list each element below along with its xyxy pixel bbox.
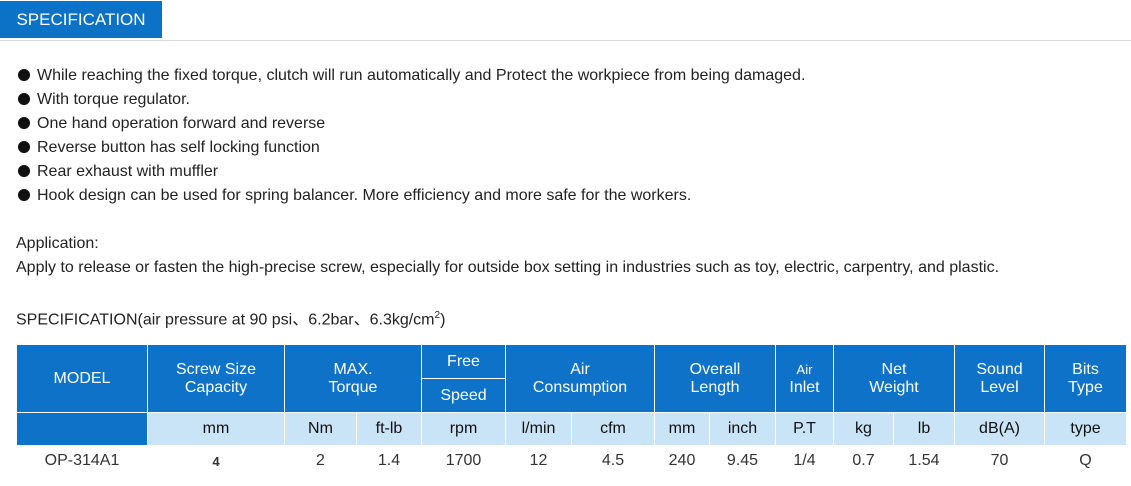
header-air-consumption: Air Consumption xyxy=(505,344,655,413)
cell-weight-lb: 1.54 xyxy=(908,452,940,469)
application-title: Application: xyxy=(16,235,99,252)
list-item: While reaching the fixed torque, clutch … xyxy=(16,64,805,88)
spec-table: MODEL Screw Size Capacity MAX. Torque Free… xyxy=(16,344,1127,476)
unit-cell: dB(A) xyxy=(954,412,1045,446)
cell-length-inch: 9.45 xyxy=(726,452,759,469)
unit-cell: ft-lb xyxy=(356,412,422,446)
cell-speed: 1700 xyxy=(445,452,482,469)
cell-weight-kg: 0.7 xyxy=(852,452,875,469)
cell-air-cfm: 4.5 xyxy=(601,452,625,469)
unit-cell: Nm xyxy=(284,412,357,446)
spec-title: SPECIFICATION(air pressure at 90 psi、6.2… xyxy=(16,310,446,329)
header-screw-size: Screw Size Capacity xyxy=(147,344,285,413)
list-item: Rear exhaust with muffler xyxy=(16,160,805,184)
bullet-icon xyxy=(18,189,30,201)
application-text: Apply to release or fasten the high-prec… xyxy=(16,259,1000,276)
unit-cell xyxy=(16,412,148,446)
header-bits-type: Bits Type xyxy=(1044,344,1127,413)
header-speed-bottom: Speed xyxy=(421,378,506,413)
unit-cell: inch xyxy=(709,412,776,446)
bullet-icon xyxy=(18,69,30,81)
tab-specification[interactable]: SPECIFICATION xyxy=(0,1,162,38)
list-item: Hook design can be used for spring balan… xyxy=(16,184,805,208)
header-net-weight: Net Weight xyxy=(833,344,955,413)
unit-cell: mm xyxy=(147,412,285,446)
unit-cell: type xyxy=(1044,412,1127,446)
cell-screw-size: 4 xyxy=(212,453,220,469)
tab-bar: SPECIFICATION xyxy=(0,0,1131,41)
list-item: Reverse button has self locking function xyxy=(16,136,805,160)
unit-cell: l/min xyxy=(505,412,572,446)
bullet-icon xyxy=(18,141,30,153)
bullet-icon xyxy=(18,93,30,105)
unit-cell: lb xyxy=(893,412,955,446)
cell-length-mm: 240 xyxy=(668,452,696,469)
table-row: OP-314A1 4 2 1.4 1700 12 4.5 240 9.45 1/… xyxy=(17,446,1127,477)
header-row: MODEL Screw Size Capacity MAX. Torque Free… xyxy=(16,344,1127,413)
header-sound-level: Sound Level xyxy=(954,344,1045,413)
unit-cell: mm xyxy=(654,412,710,446)
cell-air-inlet: 1/4 xyxy=(793,452,816,469)
header-overall-length: Overall Length xyxy=(654,344,776,413)
cell-air-lmin: 12 xyxy=(529,452,548,469)
header-torque: MAX. Torque xyxy=(284,344,422,413)
feature-list: While reaching the fixed torque, clutch … xyxy=(16,64,805,208)
cell-bits-type: Q xyxy=(1079,452,1092,469)
unit-cell: cfm xyxy=(571,412,655,446)
header-model: MODEL xyxy=(16,344,148,413)
bullet-icon xyxy=(18,117,30,129)
header-speed-top: Free xyxy=(421,344,506,379)
cell-torque-ftlb: 1.4 xyxy=(377,452,401,469)
cell-sound-level: 70 xyxy=(990,452,1009,469)
cell-torque-nm: 2 xyxy=(316,452,325,469)
cell-model: OP-314A1 xyxy=(44,452,120,469)
bullet-icon xyxy=(18,165,30,177)
unit-row: mm Nm ft-lb rpm l/min cfm mm inch P.T kg… xyxy=(16,412,1127,446)
list-item: One hand operation forward and reverse xyxy=(16,112,805,136)
unit-cell: rpm xyxy=(421,412,506,446)
unit-cell: P.T xyxy=(775,412,834,446)
list-item: With torque regulator. xyxy=(16,88,805,112)
header-air-inlet: Air Inlet xyxy=(775,344,834,413)
unit-cell: kg xyxy=(833,412,894,446)
